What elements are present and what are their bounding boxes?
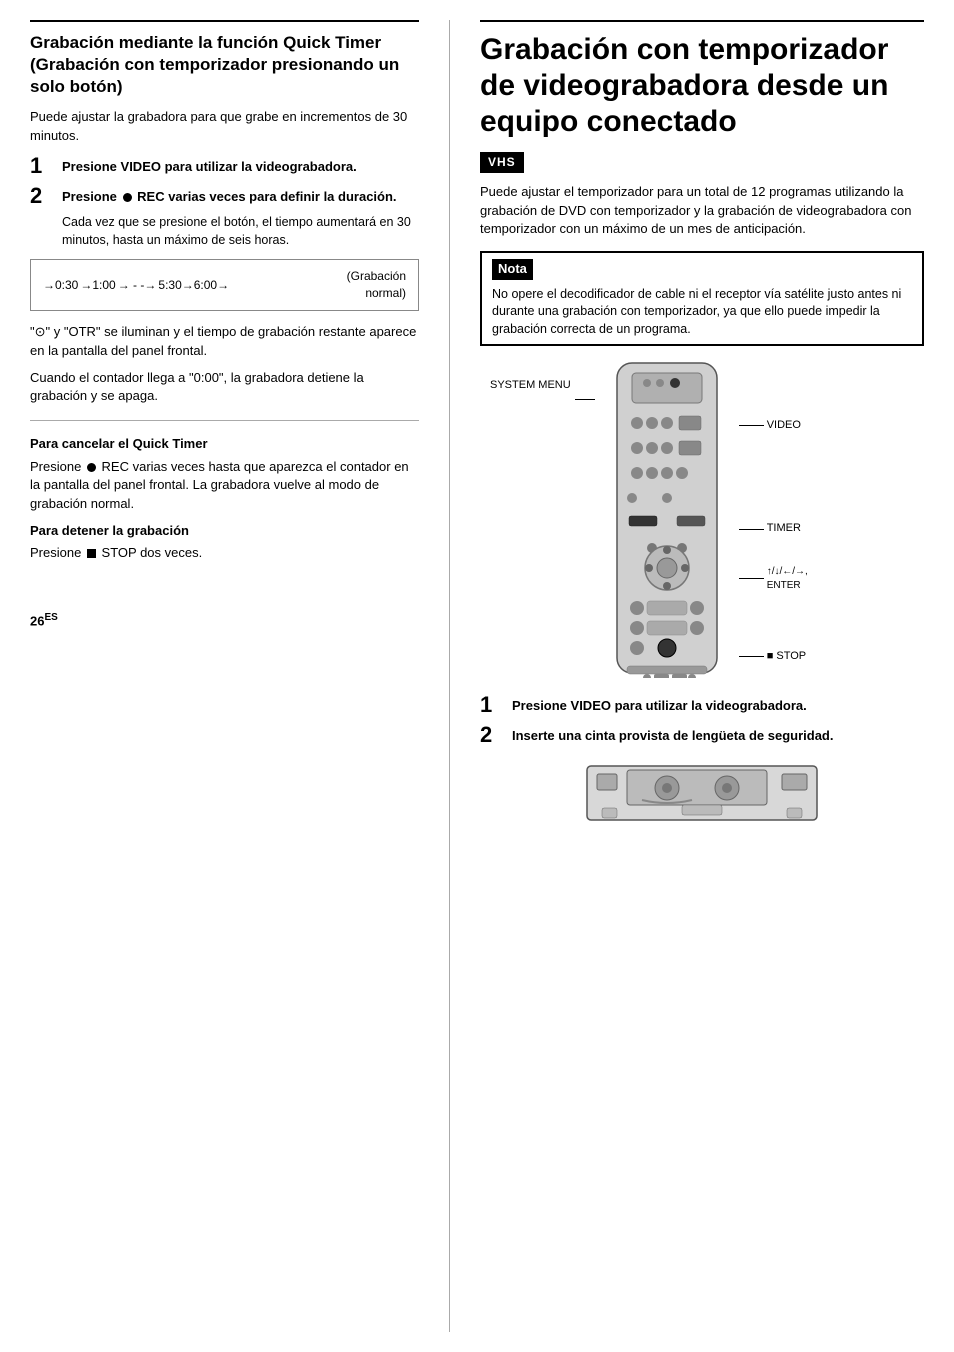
remote-svg-container xyxy=(597,358,737,683)
timer-label: TIMER xyxy=(767,521,801,536)
otr-note: "⊙" y "OTR" se iluminan y el tiempo de g… xyxy=(30,323,419,361)
step-1-text: Presione VIDEO para utilizar la videogra… xyxy=(62,154,357,176)
tape-svg xyxy=(582,758,822,828)
nav-line xyxy=(739,578,764,579)
nota-title: Nota xyxy=(492,259,533,279)
right-step-1-num: 1 xyxy=(480,693,508,717)
timer-sequence: →0:30 →1:00 → - -→ 5:30→6:00→ xyxy=(43,277,229,294)
cancel-title: Para cancelar el Quick Timer xyxy=(30,435,419,453)
step-1-number: 1 xyxy=(30,154,58,178)
counter-note: Cuando el contador llega a "0:00", la gr… xyxy=(30,369,419,407)
video-line xyxy=(739,425,764,426)
stop-title: Para detener la grabación xyxy=(30,522,419,540)
remote-with-labels: SYSTEM MENU xyxy=(490,358,924,683)
left-labels: SYSTEM MENU xyxy=(490,358,571,393)
stop-text: Presione STOP dos veces. xyxy=(30,544,419,563)
system-menu-label: SYSTEM MENU xyxy=(490,378,571,393)
page-number: 26ES xyxy=(30,611,419,631)
right-step-1: 1 Presione VIDEO para utilizar la videog… xyxy=(480,693,924,717)
right-top-rule xyxy=(480,20,924,22)
left-step-1: 1 Presione VIDEO para utilizar la videog… xyxy=(30,154,419,178)
left-section-title: Grabación mediante la función Quick Time… xyxy=(30,32,419,98)
step-2-number: 2 xyxy=(30,184,58,208)
stop-line xyxy=(739,656,764,657)
right-step-2-text: Inserte una cinta provista de lengüeta d… xyxy=(512,723,833,745)
left-intro: Puede ajustar la grabadora para que grab… xyxy=(30,108,419,146)
page: Grabación mediante la función Quick Time… xyxy=(0,0,954,1352)
nota-text: No opere el decodificador de cable ni el… xyxy=(492,286,912,339)
left-lines xyxy=(575,358,595,400)
stop-label: ■ STOP xyxy=(767,649,806,664)
tape-illustration xyxy=(480,758,924,828)
video-label-row: VIDEO xyxy=(739,418,808,433)
remote-control-svg xyxy=(597,358,737,678)
right-labels: VIDEO TIMER ↑/↓/←/→,ENTER xyxy=(739,358,808,664)
cancel-text: Presione REC varias veces hasta que apar… xyxy=(30,458,419,515)
left-column: Grabación mediante la función Quick Time… xyxy=(30,20,450,1332)
right-step-2: 2 Inserte una cinta provista de lengüeta… xyxy=(480,723,924,747)
step-2-body: Cada vez que se presione el botón, el ti… xyxy=(62,214,419,249)
left-step-2: 2 Presione REC varias veces para definir… xyxy=(30,184,419,208)
divider-1 xyxy=(30,420,419,421)
two-column-layout: Grabación mediante la función Quick Time… xyxy=(30,20,924,1332)
right-step-1-text: Presione VIDEO para utilizar la videogra… xyxy=(512,693,807,715)
step-2-text: Presione REC varias veces para definir l… xyxy=(62,184,397,206)
top-rule xyxy=(30,20,419,22)
stop-label-row: ■ STOP xyxy=(739,649,808,664)
nav-label: ↑/↓/←/→,ENTER xyxy=(767,565,808,593)
right-step-2-num: 2 xyxy=(480,723,508,747)
video-label: VIDEO xyxy=(767,418,801,433)
right-section-title: Grabación con temporizador de videograba… xyxy=(480,32,924,140)
system-menu-line xyxy=(575,399,595,400)
timer-note: (Grabaciónnormal) xyxy=(347,268,406,302)
remote-illustration-area: SYSTEM MENU xyxy=(490,358,924,683)
timer-line xyxy=(739,529,764,530)
right-intro: Puede ajustar el temporizador para un to… xyxy=(480,183,924,240)
nota-box: Nota No opere el decodificador de cable … xyxy=(480,251,924,346)
rec-bullet-2 xyxy=(87,463,96,472)
timer-diagram: →0:30 →1:00 → - -→ 5:30→6:00→ (Grabación… xyxy=(30,259,419,311)
timer-label-row: TIMER xyxy=(739,521,808,536)
rec-bullet xyxy=(123,193,132,202)
stop-bullet xyxy=(87,549,96,558)
right-column: Grabación con temporizador de videograba… xyxy=(480,20,924,1332)
vhs-badge: VHS xyxy=(480,152,524,173)
nav-label-row: ↑/↓/←/→,ENTER xyxy=(739,565,808,593)
